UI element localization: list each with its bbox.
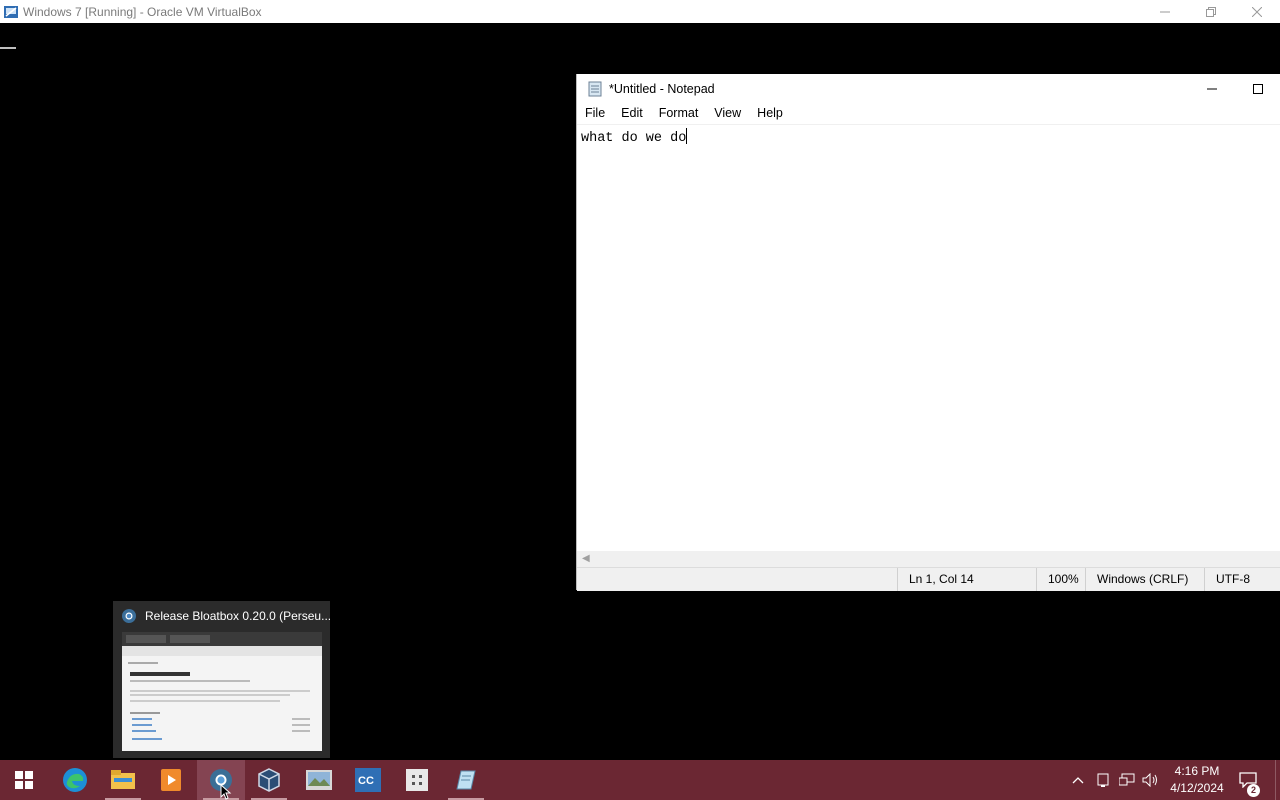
clock-date: 4/12/2024 <box>1170 781 1224 795</box>
clock-time: 4:16 PM <box>1174 764 1220 778</box>
start-icon <box>15 771 33 789</box>
notepad-status-bar: Ln 1, Col 14 100% Windows (CRLF) UTF-8 <box>577 567 1280 591</box>
thumbnail-title: Release Bloatbox 0.20.0 (Perseu... <box>145 609 332 623</box>
taskbar: CC 4:16 PM 4/12/2024 2 <box>0 760 1280 800</box>
minimize-button[interactable] <box>1142 0 1188 23</box>
menu-help[interactable]: Help <box>749 103 791 124</box>
menu-edit[interactable]: Edit <box>613 103 651 124</box>
status-line-ending: Windows (CRLF) <box>1085 568 1205 591</box>
status-zoom: 100% <box>1036 568 1086 591</box>
close-icon <box>1252 6 1262 17</box>
status-encoding: UTF-8 <box>1204 568 1280 591</box>
restore-icon <box>1206 6 1216 17</box>
edge-icon <box>63 768 87 792</box>
status-position: Ln 1, Col 14 <box>897 568 1037 591</box>
close-button[interactable] <box>1234 0 1280 23</box>
thumbnail-browser-render <box>122 632 322 740</box>
taskbar-image-viewer[interactable] <box>295 760 343 800</box>
horizontal-scrollbar[interactable]: ◀ <box>577 551 1280 567</box>
text-cursor-mark <box>0 47 16 49</box>
app-grid-icon <box>406 769 428 791</box>
notepad-window[interactable]: *Untitled - Notepad File Edit Format Vie… <box>576 74 1280 591</box>
media-player-icon <box>161 769 181 791</box>
tray-device[interactable] <box>1093 760 1113 800</box>
image-viewer-icon <box>306 770 332 790</box>
tray-network[interactable] <box>1116 760 1138 800</box>
taskbar-virtualbox[interactable] <box>245 760 293 800</box>
tray-volume[interactable] <box>1140 760 1162 800</box>
notification-count-badge: 2 <box>1247 784 1260 797</box>
notepad-menu-bar: File Edit Format View Help <box>577 103 791 124</box>
restore-button[interactable] <box>1188 0 1234 23</box>
menu-file[interactable]: File <box>577 103 613 124</box>
chromium-icon <box>122 609 136 623</box>
notepad-minimize-button[interactable] <box>1189 74 1235 103</box>
notepad-maximize-button[interactable] <box>1235 74 1280 103</box>
start-button[interactable] <box>0 760 48 800</box>
taskbar-ccleaner[interactable]: CC <box>344 760 392 800</box>
notepad-title-bar[interactable]: *Untitled - Notepad <box>577 74 1280 103</box>
device-icon <box>1097 773 1109 787</box>
network-icon <box>1119 773 1135 786</box>
minimize-icon <box>1207 88 1217 89</box>
window-title: Windows 7 [Running] - Oracle VM VirtualB… <box>23 4 262 19</box>
menu-view[interactable]: View <box>706 103 749 124</box>
volume-icon <box>1142 773 1157 787</box>
notepad-icon <box>588 81 602 96</box>
file-explorer-icon <box>111 770 135 789</box>
taskbar-thumbnail-preview[interactable]: Release Bloatbox 0.20.0 (Perseu... <box>113 601 332 758</box>
notepad-title: *Untitled - Notepad <box>609 81 715 96</box>
ccleaner-icon: CC <box>355 768 381 792</box>
taskbar-edge[interactable] <box>51 760 99 800</box>
mouse-pointer-icon <box>220 784 232 800</box>
taskbar-file-explorer[interactable] <box>99 760 147 800</box>
notepad-text-area[interactable]: what do we do <box>577 124 1280 552</box>
document-text: what do we do <box>581 131 687 146</box>
virtualbox-icon <box>4 5 18 18</box>
virtualbox-icon <box>258 768 280 792</box>
show-desktop-button[interactable] <box>1275 760 1280 800</box>
chevron-up-icon <box>1072 777 1084 784</box>
menu-format[interactable]: Format <box>651 103 707 124</box>
thumbnail-page-image <box>122 632 322 751</box>
notepad-icon <box>456 770 476 790</box>
taskbar-clock[interactable]: 4:16 PM 4/12/2024 <box>1162 760 1232 800</box>
taskbar-notepad[interactable] <box>442 760 490 800</box>
virtualbox-title-bar: Windows 7 [Running] - Oracle VM VirtualB… <box>0 0 1280 23</box>
scroll-left-icon[interactable]: ◀ <box>582 553 590 564</box>
maximize-icon <box>1253 83 1263 94</box>
taskbar-app-grid[interactable] <box>393 760 441 800</box>
svg-text:CC: CC <box>358 775 374 787</box>
tray-overflow-button[interactable] <box>1068 760 1088 800</box>
minimize-icon <box>1160 11 1170 12</box>
text-caret <box>686 128 688 144</box>
taskbar-media-player[interactable] <box>147 760 195 800</box>
